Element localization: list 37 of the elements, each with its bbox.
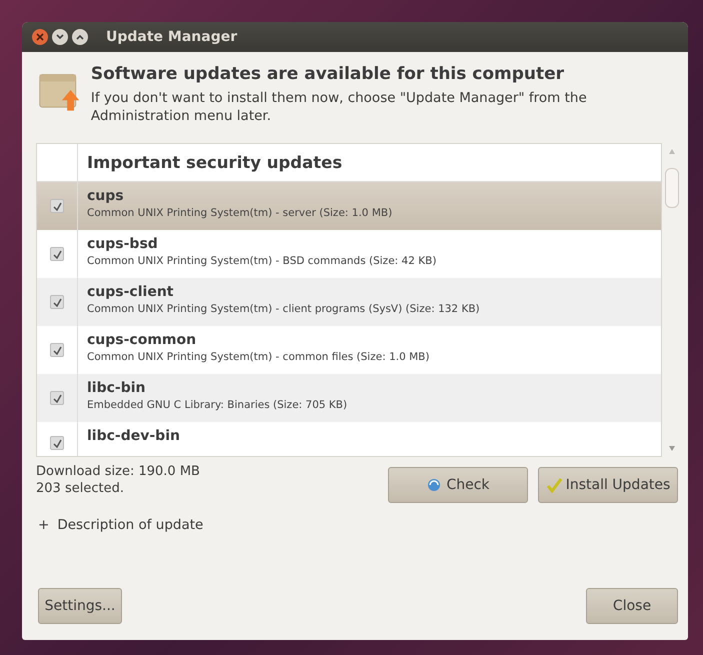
description-expander[interactable]: + Description of update [38, 517, 204, 533]
refresh-icon [426, 477, 442, 493]
package-name: cups-bsd [87, 236, 159, 252]
package-description: Common UNIX Printing System(tm) - server (Size: 1.0 MB) [87, 207, 392, 219]
checkbox[interactable] [50, 247, 64, 261]
download-size: Download size: 190.0 MB [36, 463, 200, 480]
scrollbar-thumb[interactable] [665, 168, 679, 208]
package-description: Embedded GNU C Library: Binaries (Size: 705 KB) [87, 399, 348, 411]
package-name: libc-dev-bin [87, 428, 180, 444]
selected-count: 203 selected. [36, 480, 125, 497]
checkbox[interactable] [50, 391, 64, 405]
checkbox[interactable] [50, 199, 64, 213]
package-name: libc-bin [87, 380, 147, 396]
header-title: Software updates are available for this computer [90, 64, 566, 84]
checkmark-icon [546, 477, 562, 493]
update-row[interactable]: cups Common UNIX Printing System(tm) - server (Size: 1.0 MB) [37, 182, 661, 230]
section-heading: Important security updates [86, 153, 342, 172]
package-description: Common UNIX Printing System(tm) - client programs (SysV) (Size: 132 KB) [87, 303, 480, 315]
install-updates-button[interactable]: Install Updates [538, 467, 678, 503]
maximize-icon[interactable] [72, 29, 88, 45]
header-subtitle: If you don't want to install them now, choose "Update Manager" from the Administration menu later. [90, 89, 588, 125]
close-button[interactable]: Close [586, 588, 678, 624]
update-row[interactable]: libc-bin Embedded GNU C Library: Binaries (Size: 705 KB) [37, 374, 661, 422]
update-row[interactable]: cups-client Common UNIX Printing System(tm) - client programs (SysV) (Size: 132 KB) [37, 278, 661, 326]
minimize-icon[interactable] [52, 29, 68, 45]
check-button[interactable]: Check [388, 467, 528, 503]
package-description: Common UNIX Printing System(tm) - common files (Size: 1.0 MB) [87, 351, 430, 363]
checkbox[interactable] [50, 436, 64, 450]
checkbox[interactable] [50, 343, 64, 357]
settings-button[interactable]: Settings... [38, 588, 122, 624]
window-title: Update Manager [106, 29, 238, 45]
package-description: Common UNIX Printing System(tm) - BSD commands (Size: 42 KB) [87, 255, 436, 267]
close-icon[interactable] [32, 29, 48, 45]
checkbox[interactable] [50, 295, 64, 309]
package-name: cups [87, 188, 125, 204]
package-name: cups-common [87, 332, 198, 348]
package-name: cups-client [87, 284, 174, 300]
